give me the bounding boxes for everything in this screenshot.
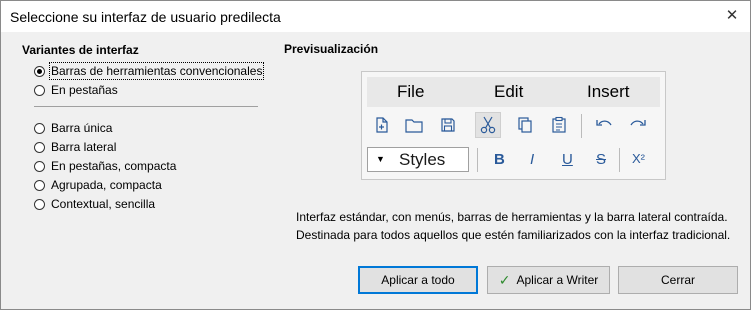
preview-format-toolbar: ▼ Styles B I U S X²: [367, 146, 660, 176]
radio-button-selected[interactable]: [34, 65, 45, 77]
radio-option-barra-unica[interactable]: Barra única: [34, 119, 112, 137]
radio-label: Agrupada, compacta: [51, 178, 162, 192]
dialog-title: Seleccione su interfaz de usuario predil…: [10, 9, 281, 25]
bold-icon: B: [494, 151, 505, 168]
description-line-2: Destinada para todos aquellos que estén …: [296, 228, 731, 242]
preview-title: Previsualización: [284, 42, 379, 56]
radio-label: En pestañas, compacta: [51, 159, 177, 173]
radio-label: En pestañas: [51, 83, 118, 97]
strikethrough-icon: S: [596, 151, 607, 168]
toolbar-separator: [581, 114, 582, 138]
radio-label: Barra lateral: [51, 140, 117, 154]
radio-option-barra-lateral[interactable]: Barra lateral: [34, 138, 116, 156]
apply-all-button[interactable]: Aplicar a todo: [358, 266, 478, 294]
radio-button[interactable]: [34, 198, 45, 210]
radio-button[interactable]: [34, 122, 45, 134]
paste-icon: [546, 112, 572, 138]
radio-button[interactable]: [34, 179, 45, 191]
variant-description: Interfaz estándar, con menús, barras de …: [296, 208, 730, 244]
radio-option-convencionales[interactable]: Barras de herramientas convencionales: [34, 62, 265, 80]
toolbar-separator: [477, 148, 478, 172]
undo-icon: [591, 112, 617, 138]
open-folder-icon: [401, 112, 427, 138]
description-line-1: Interfaz estándar, con menús, barras de …: [296, 210, 728, 224]
preview-styles-label: Styles: [399, 150, 446, 169]
radio-option-agrupada-compacta[interactable]: Agrupada, compacta: [34, 176, 162, 194]
radio-button[interactable]: [34, 160, 45, 172]
close-label: Cerrar: [660, 273, 695, 287]
cut-icon: [475, 112, 501, 138]
radio-button[interactable]: [34, 84, 45, 96]
radio-label: Barras de herramientas convencionales: [48, 62, 265, 80]
checkmark-icon: ✓: [498, 271, 511, 288]
radio-label: Contextual, sencilla: [51, 197, 156, 211]
variants-title: Variantes de interfaz: [22, 43, 139, 57]
preview-toolbar: [367, 109, 660, 143]
superscript-icon: X²: [632, 151, 645, 166]
chevron-down-icon: ▼: [376, 154, 385, 164]
preview-menu-file: File: [397, 82, 425, 101]
toolbar-separator: [619, 148, 620, 172]
preview-menubar: File Edit Insert: [367, 77, 660, 107]
radio-label: Barra única: [51, 121, 113, 135]
close-icon[interactable]: ✕: [720, 5, 744, 27]
save-icon: [435, 112, 461, 138]
close-button[interactable]: Cerrar: [618, 266, 738, 294]
underline-icon: U: [562, 151, 573, 168]
preview-image: File Edit Insert ▼ Styles B I U S X²: [361, 71, 666, 180]
preview-menu-insert: Insert: [587, 82, 630, 101]
copy-icon: [512, 112, 538, 138]
new-document-icon: [369, 112, 395, 138]
redo-icon: [625, 112, 651, 138]
apply-writer-label: Aplicar a Writer: [516, 273, 599, 287]
title-bar: Seleccione su interfaz de usuario predil…: [1, 1, 750, 32]
preview-menu-edit: Edit: [494, 82, 524, 101]
apply-all-label: Aplicar a todo: [381, 273, 455, 287]
divider: [34, 106, 258, 107]
radio-option-contextual-sencilla[interactable]: Contextual, sencilla: [34, 195, 155, 213]
radio-button[interactable]: [34, 141, 45, 153]
preview-styles-box: ▼ Styles: [367, 147, 469, 172]
interface-dialog: Seleccione su interfaz de usuario predil…: [0, 0, 751, 310]
italic-icon: I: [530, 151, 535, 168]
radio-option-pestanas[interactable]: En pestañas: [34, 81, 118, 99]
radio-option-pestanas-compacta[interactable]: En pestañas, compacta: [34, 157, 176, 175]
apply-writer-button[interactable]: ✓ Aplicar a Writer: [487, 266, 610, 294]
